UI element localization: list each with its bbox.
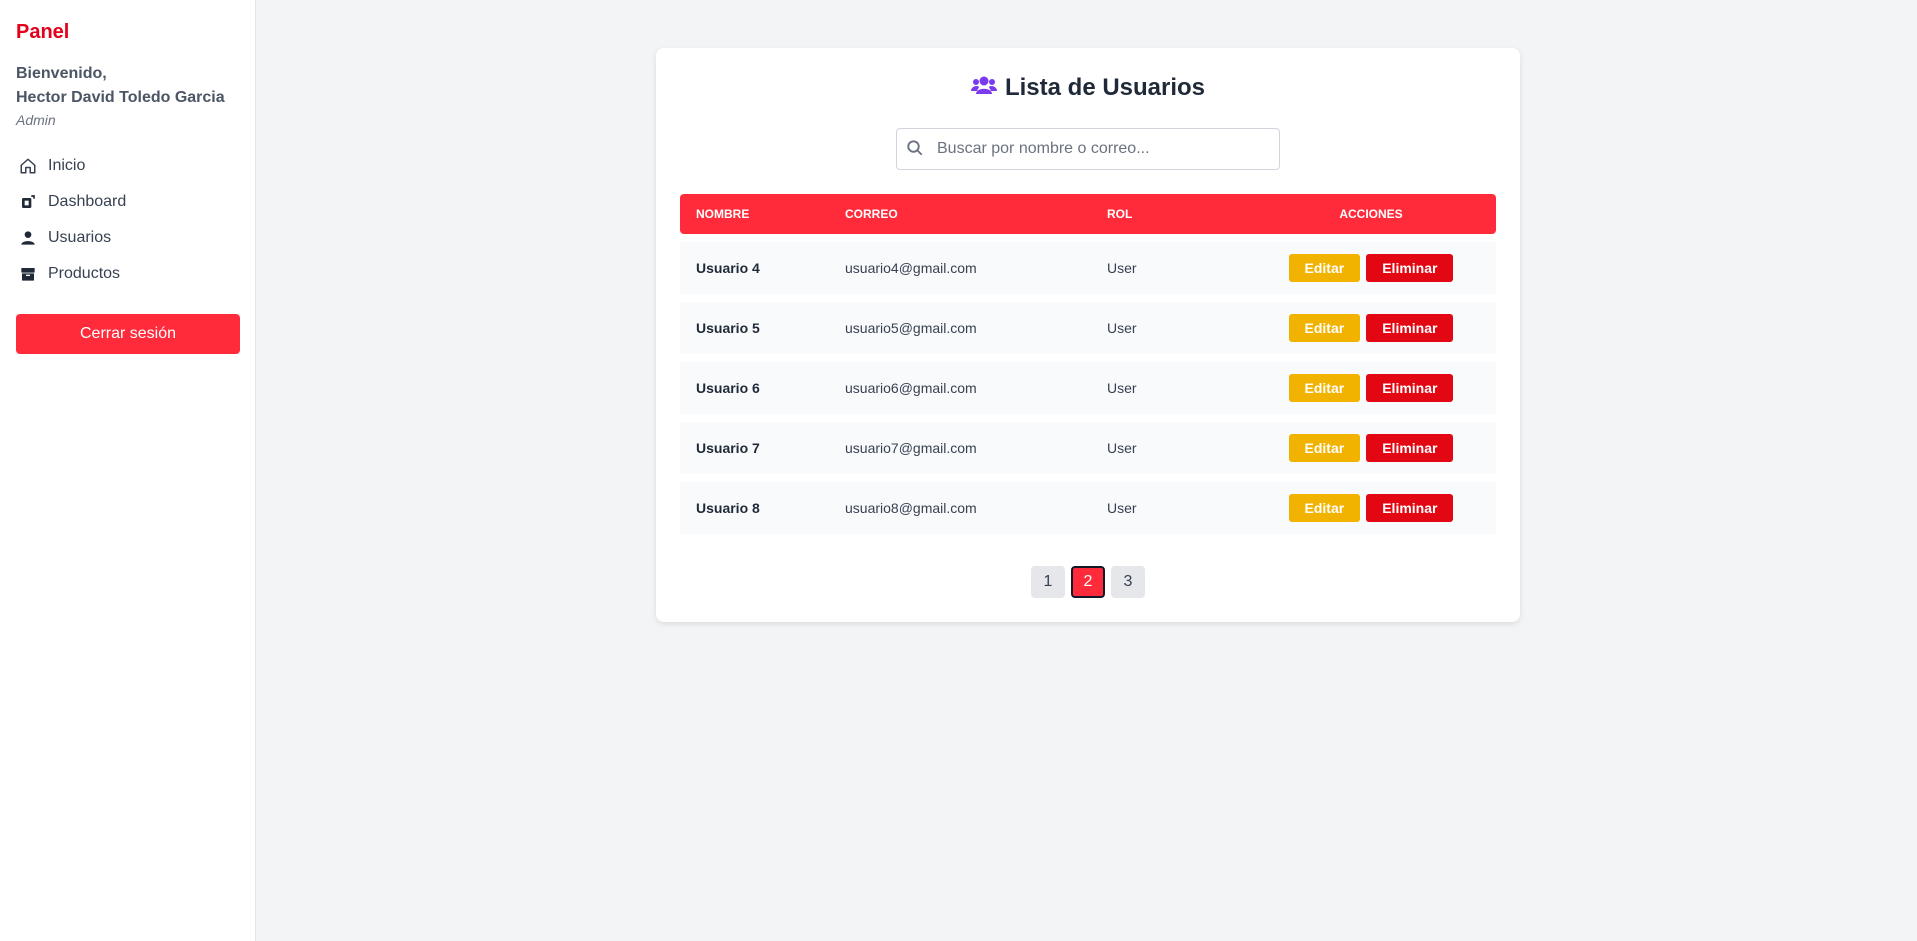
users-table: NOMBRE CORREO ROL ACCIONES Usuario 4 usu…	[680, 186, 1496, 542]
table-header-row: NOMBRE CORREO ROL ACCIONES	[680, 194, 1496, 234]
page-title: Lista de Usuarios	[680, 72, 1496, 104]
delete-button[interactable]: Eliminar	[1366, 314, 1454, 342]
cell-email: usuario7@gmail.com	[829, 422, 1091, 474]
column-header-nombre: NOMBRE	[680, 194, 829, 234]
cell-actions: Editar Eliminar	[1246, 362, 1496, 414]
edit-button[interactable]: Editar	[1288, 374, 1361, 402]
sidebar-item-label: Productos	[48, 265, 121, 282]
cell-email: usuario4@gmail.com	[829, 242, 1091, 294]
edit-button[interactable]: Editar	[1288, 254, 1361, 282]
cell-role: User	[1091, 422, 1246, 474]
cell-name: Usuario 8	[680, 482, 829, 534]
page-button-1[interactable]: 1	[1031, 566, 1065, 598]
delete-button[interactable]: Eliminar	[1366, 494, 1454, 522]
page-button-2-current[interactable]: 2	[1071, 566, 1105, 598]
sidebar-item-label: Inicio	[48, 157, 86, 174]
cell-actions: Editar Eliminar	[1246, 242, 1496, 294]
search-box	[896, 128, 1280, 170]
user-role: Admin	[16, 112, 56, 128]
sidebar-nav: Inicio Dashboard Usuarios Productos	[16, 148, 239, 292]
users-icon	[970, 74, 997, 102]
sidebar-item-inicio[interactable]: Inicio	[16, 148, 239, 184]
table-row: Usuario 8 usuario8@gmail.com User Editar…	[680, 482, 1496, 534]
welcome-text: Bienvenido,	[16, 65, 107, 82]
column-header-correo: CORREO	[829, 194, 1091, 234]
brand-title: Panel	[16, 21, 70, 43]
cell-role: User	[1091, 362, 1246, 414]
sidebar-item-dashboard[interactable]: Dashboard	[16, 184, 239, 220]
users-card: Lista de Usuarios NOMBRE CORREO ROL ACCI…	[656, 48, 1520, 622]
cell-role: User	[1091, 482, 1246, 534]
page-button-3[interactable]: 3	[1111, 566, 1145, 598]
box-icon	[18, 264, 38, 284]
sidebar: Panel Bienvenido, Hector David Toledo Ga…	[0, 0, 256, 941]
user-icon	[18, 228, 38, 248]
column-header-rol: ROL	[1091, 194, 1246, 234]
sidebar-item-usuarios[interactable]: Usuarios	[16, 220, 239, 256]
cell-actions: Editar Eliminar	[1246, 482, 1496, 534]
cell-role: User	[1091, 242, 1246, 294]
cell-name: Usuario 7	[680, 422, 829, 474]
cell-name: Usuario 6	[680, 362, 829, 414]
cell-name: Usuario 5	[680, 302, 829, 354]
pagination: 1 2 3	[680, 566, 1496, 598]
delete-button[interactable]: Eliminar	[1366, 434, 1454, 462]
logout-button[interactable]: Cerrar sesión	[16, 314, 240, 354]
delete-button[interactable]: Eliminar	[1366, 254, 1454, 282]
table-row: Usuario 4 usuario4@gmail.com User Editar…	[680, 242, 1496, 294]
delete-button[interactable]: Eliminar	[1366, 374, 1454, 402]
cell-actions: Editar Eliminar	[1246, 302, 1496, 354]
edit-button[interactable]: Editar	[1288, 434, 1361, 462]
search-icon	[906, 139, 924, 162]
edit-button[interactable]: Editar	[1288, 494, 1361, 522]
sidebar-item-productos[interactable]: Productos	[16, 256, 239, 292]
search-input[interactable]	[896, 128, 1280, 170]
page-title-text: Lista de Usuarios	[1004, 74, 1206, 101]
cell-name: Usuario 4	[680, 242, 829, 294]
cell-actions: Editar Eliminar	[1246, 422, 1496, 474]
cell-email: usuario8@gmail.com	[829, 482, 1091, 534]
table-row: Usuario 6 usuario6@gmail.com User Editar…	[680, 362, 1496, 414]
edit-button[interactable]: Editar	[1288, 314, 1361, 342]
sidebar-item-label: Dashboard	[48, 193, 127, 210]
home-icon	[18, 156, 38, 176]
sidebar-item-label: Usuarios	[48, 229, 112, 246]
column-header-acciones: ACCIONES	[1246, 194, 1496, 234]
user-name: Hector David Toledo Garcia	[16, 89, 225, 106]
cell-email: usuario6@gmail.com	[829, 362, 1091, 414]
cell-role: User	[1091, 302, 1246, 354]
table-row: Usuario 5 usuario5@gmail.com User Editar…	[680, 302, 1496, 354]
cell-email: usuario5@gmail.com	[829, 302, 1091, 354]
table-row: Usuario 7 usuario7@gmail.com User Editar…	[680, 422, 1496, 474]
dashboard-icon	[18, 192, 38, 212]
